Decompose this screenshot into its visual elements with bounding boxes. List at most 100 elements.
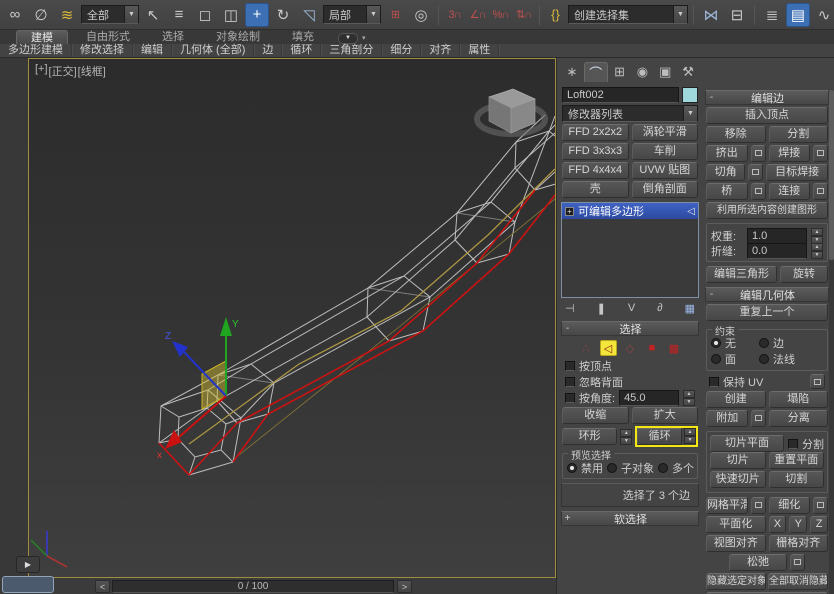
- cut-button[interactable]: 切割: [769, 471, 825, 488]
- edit-triangulation-button[interactable]: 编辑三角形: [706, 266, 777, 283]
- transform-gizmo[interactable]: Y Z x: [157, 317, 239, 461]
- expand-icon[interactable]: +: [565, 207, 574, 216]
- stack-item-editable-poly[interactable]: + 可编辑多边形 ◁: [562, 203, 698, 219]
- viewcube[interactable]: [477, 89, 545, 134]
- angle-value-field[interactable]: 45.0: [619, 390, 679, 406]
- vertex-subobject-icon[interactable]: ∴: [578, 340, 595, 356]
- polygon-subobject-icon[interactable]: ■: [644, 340, 661, 356]
- spinner-snap-icon[interactable]: ⇅∩: [513, 3, 534, 27]
- tab-selection[interactable]: 选择: [148, 30, 198, 44]
- grid-align-button[interactable]: 栅格对齐: [769, 535, 829, 552]
- ribbon-group-edit[interactable]: 编辑: [133, 44, 172, 57]
- by-vertex-checkbox[interactable]: [565, 361, 575, 371]
- viewport-menu-button[interactable]: [+]: [35, 63, 48, 79]
- select-and-manipulate-icon[interactable]: ◎: [409, 3, 433, 27]
- turbosmooth-button[interactable]: 涡轮平滑: [632, 124, 699, 141]
- crease-field[interactable]: 0.0: [747, 243, 807, 259]
- tessellate-button[interactable]: 细化: [769, 497, 811, 514]
- ribbon-group-modify-selection[interactable]: 修改选择: [72, 44, 133, 57]
- object-name-field[interactable]: Loft002: [562, 87, 679, 103]
- weight-field[interactable]: 1.0: [747, 228, 807, 244]
- by-angle-checkbox[interactable]: [565, 393, 575, 403]
- ribbon-group-align[interactable]: 对齐: [421, 44, 460, 57]
- constraint-edge-radio[interactable]: [759, 338, 769, 348]
- preview-subobj-radio[interactable]: [607, 463, 617, 473]
- viewport-view-button[interactable]: [正交]: [49, 63, 77, 79]
- constraint-none-radio[interactable]: [711, 338, 721, 348]
- bevel-profile-button[interactable]: 倒角剖面: [632, 181, 699, 198]
- tab-freeform[interactable]: 自由形式: [72, 30, 144, 44]
- turn-button[interactable]: 旋转: [780, 266, 828, 283]
- ribbon-group-polygon-modeling[interactable]: 多边形建模: [0, 44, 72, 57]
- use-pivot-center-icon[interactable]: ⊞: [383, 3, 407, 27]
- modifier-list-dropdown[interactable]: 修改器列表 ▼: [562, 105, 698, 122]
- next-frame-button[interactable]: ▶: [16, 556, 40, 573]
- angle-snap-icon[interactable]: ∠∩: [467, 3, 488, 27]
- unlink-selection-icon[interactable]: ∅: [29, 3, 53, 27]
- relax-button[interactable]: 松弛: [729, 554, 787, 571]
- modify-tab-icon[interactable]: ⌒: [584, 62, 608, 82]
- curve-editor-icon[interactable]: ∿: [812, 3, 834, 27]
- scrollbar-thumb[interactable]: [829, 90, 834, 260]
- motion-tab-icon[interactable]: ◉: [631, 62, 653, 82]
- view-align-button[interactable]: 视图对齐: [706, 535, 766, 552]
- align-icon[interactable]: ⊟: [725, 3, 749, 27]
- ribbon-group-tris[interactable]: 三角剖分: [321, 44, 382, 57]
- ribbon-group-edges[interactable]: 边: [254, 44, 282, 57]
- tessellate-settings-button[interactable]: [813, 497, 828, 514]
- crease-spinner[interactable]: ▲▼: [811, 243, 823, 259]
- grow-button[interactable]: 扩大: [632, 407, 699, 424]
- tab-populate[interactable]: 填充: [278, 30, 328, 44]
- planar-y-button[interactable]: Y: [789, 516, 807, 533]
- selection-rollout-header[interactable]: - 选择: [561, 321, 699, 336]
- planar-z-button[interactable]: Z: [810, 516, 828, 533]
- percent-snap-icon[interactable]: %∩: [490, 3, 511, 27]
- edge-subobject-icon[interactable]: ◁: [600, 340, 617, 356]
- constraint-normal-radio[interactable]: [759, 354, 769, 364]
- viewport-shading-button[interactable]: [线框]: [78, 63, 106, 79]
- weight-spinner[interactable]: ▲▼: [811, 228, 823, 244]
- select-object-icon[interactable]: ↖: [141, 3, 165, 27]
- time-slider-corner[interactable]: [2, 576, 54, 593]
- ribbon-group-geometry-all[interactable]: 几何体 (全部): [172, 44, 254, 57]
- display-tab-icon[interactable]: ▣: [654, 62, 676, 82]
- select-and-link-icon[interactable]: ∞: [3, 3, 27, 27]
- previous-frame-button[interactable]: <: [95, 580, 110, 593]
- hide-selected-button[interactable]: 隐藏选定对象: [706, 573, 766, 590]
- unhide-all-button[interactable]: 全部取消隐藏: [768, 573, 828, 590]
- current-frame-display[interactable]: 0 / 100: [112, 580, 394, 593]
- make-planar-button[interactable]: 平面化: [706, 516, 766, 533]
- collapse-button[interactable]: 塌陷: [769, 391, 829, 408]
- ribbon-group-loops[interactable]: 循环: [282, 44, 321, 57]
- ffd-4x4x4-button[interactable]: FFD 4x4x4: [562, 162, 629, 179]
- loop-button[interactable]: 循环: [637, 428, 682, 445]
- preview-disable-radio[interactable]: [567, 463, 577, 473]
- split-checkbox[interactable]: [788, 439, 798, 449]
- attach-button[interactable]: 附加: [706, 410, 748, 427]
- lathe-button[interactable]: 车削: [632, 143, 699, 160]
- extrude-settings-button[interactable]: [751, 145, 766, 162]
- reference-coordsys-dropdown[interactable]: 局部 ▼: [323, 5, 381, 24]
- named-selection-sets-dropdown[interactable]: 创建选择集 ▼: [568, 5, 688, 24]
- utilities-tab-icon[interactable]: ⚒: [677, 62, 699, 82]
- shell-button[interactable]: 壳: [562, 181, 629, 198]
- split-button[interactable]: 分割: [769, 126, 829, 143]
- constraint-face-radio[interactable]: [711, 354, 721, 364]
- show-end-result-icon[interactable]: ❚: [597, 302, 606, 315]
- tab-object-paint[interactable]: 对象绘制: [202, 30, 274, 44]
- create-tab-icon[interactable]: ∗: [561, 62, 583, 82]
- ignore-backfacing-checkbox[interactable]: [565, 377, 575, 387]
- snap-3d-icon[interactable]: 3∩: [444, 3, 465, 27]
- insert-vertex-button[interactable]: 插入顶点: [706, 107, 828, 124]
- weld-button[interactable]: 焊接: [769, 145, 811, 162]
- select-by-name-icon[interactable]: ≡: [167, 3, 191, 27]
- reset-plane-button[interactable]: 重置平面: [769, 452, 825, 469]
- configure-modifier-sets-icon[interactable]: ▦: [685, 302, 695, 315]
- chamfer-settings-button[interactable]: [748, 164, 763, 181]
- mirror-icon[interactable]: ⋈: [699, 3, 723, 27]
- bridge-button[interactable]: 桥: [706, 183, 748, 200]
- attach-settings-button[interactable]: [751, 410, 766, 427]
- edit-named-selection-sets-icon[interactable]: {}: [545, 3, 566, 27]
- object-color-swatch[interactable]: [682, 87, 698, 103]
- soft-selection-rollout-header[interactable]: + 软选择: [561, 511, 699, 526]
